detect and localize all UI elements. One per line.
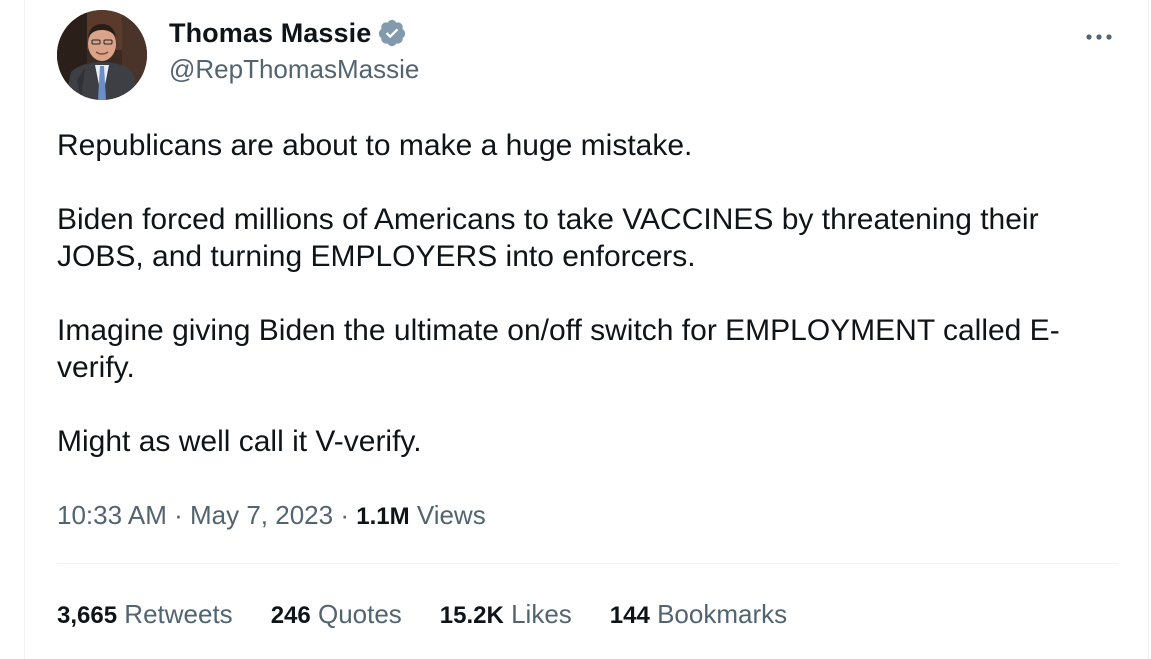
views-label: Views [416, 500, 486, 530]
tweet-paragraph: Imagine giving Biden the ultimate on/off… [57, 314, 1060, 384]
views-count: 1.1M [356, 503, 410, 530]
tweet-text: Republicans are about to make a huge mis… [57, 127, 1127, 497]
tweet-header: Thomas Massie @RepThomasMassie [57, 10, 1128, 100]
tweet-paragraph: Biden forced millions of Americans to ta… [57, 203, 1039, 273]
quotes-stat[interactable]: 246 Quotes [271, 599, 402, 630]
quotes-count: 246 [270, 602, 311, 629]
author-block: Thomas Massie @RepThomasMassie [169, 16, 419, 85]
avatar[interactable] [57, 10, 147, 100]
likes-label: Likes [511, 599, 572, 629]
author-display-name[interactable]: Thomas Massie [169, 18, 371, 49]
tweet-paragraph: Republicans are about to make a huge mis… [57, 129, 693, 162]
meta-separator: · [340, 500, 349, 530]
name-row: Thomas Massie [169, 16, 419, 50]
tweet-card: Thomas Massie @RepThomasMassie Republica… [24, 0, 1149, 659]
tweet-meta: 10:33 AM · May 7, 2023 · 1.1M Views [57, 500, 486, 531]
engagement-stats: 3,665 Retweets 246 Quotes 15.2K Likes 14… [57, 599, 825, 630]
bookmarks-stat[interactable]: 144 Bookmarks [610, 599, 787, 630]
likes-count: 15.2K [439, 602, 504, 629]
bookmarks-label: Bookmarks [657, 599, 788, 629]
tweet-paragraph: Might as well call it V-verify. [57, 425, 422, 458]
author-handle[interactable]: @RepThomasMassie [169, 54, 419, 85]
likes-stat[interactable]: 15.2K Likes [440, 599, 572, 630]
tweet-time[interactable]: 10:33 AM [57, 500, 167, 530]
retweets-stat[interactable]: 3,665 Retweets [57, 599, 233, 630]
meta-separator: · [174, 500, 183, 530]
retweets-count: 3,665 [57, 602, 118, 629]
more-horizontal-icon[interactable] [1084, 30, 1114, 42]
bookmarks-count: 144 [609, 602, 650, 629]
quotes-label: Quotes [317, 599, 402, 629]
divider [57, 563, 1118, 564]
retweets-label: Retweets [124, 599, 233, 629]
verified-badge-icon[interactable] [377, 18, 407, 48]
tweet-date[interactable]: May 7, 2023 [190, 500, 333, 530]
